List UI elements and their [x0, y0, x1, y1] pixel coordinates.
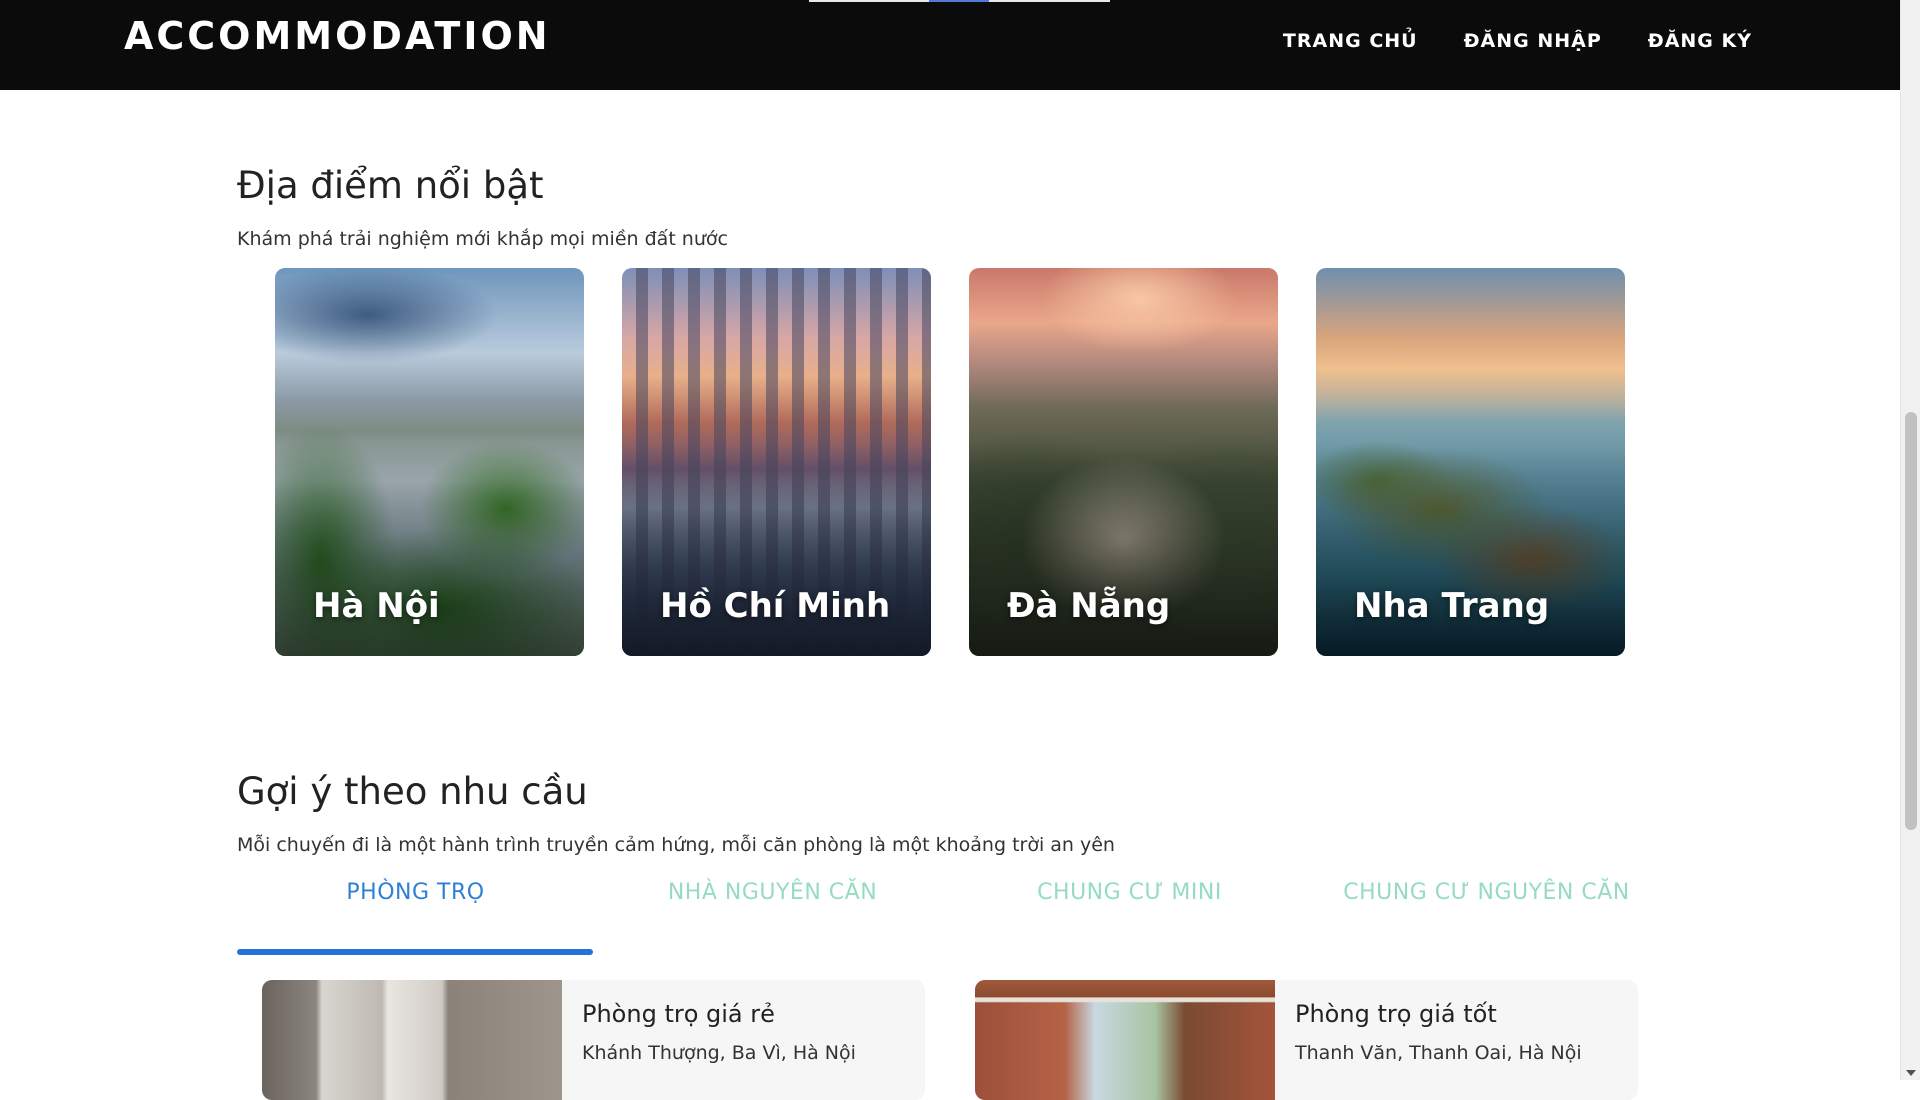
destination-name: Hà Nội [313, 586, 440, 626]
listing-title: Phòng trọ giá rẻ [582, 1000, 775, 1028]
suggestions-title: Gợi ý theo nhu cầu [237, 770, 588, 813]
active-tab-indicator [237, 949, 593, 955]
page-scrollbar[interactable] [1900, 0, 1920, 1080]
tab-label: CHUNG CƯ MINI [1037, 880, 1222, 905]
brand-logo[interactable]: ACCOMMODATION [124, 14, 551, 58]
main-nav: TRANG CHỦ ĐĂNG NHẬP ĐĂNG KÝ [1283, 30, 1752, 52]
destination-name: Đà Nẵng [1007, 586, 1171, 626]
listing-card[interactable]: Phòng trọ giá tốt Thanh Văn, Thanh Oai, … [975, 980, 1638, 1100]
scrollbar-thumb[interactable] [1905, 412, 1917, 830]
listing-address: Thanh Văn, Thanh Oai, Hà Nội [1295, 1042, 1582, 1064]
suggestions-subtitle: Mỗi chuyến đi là một hành trình truyền c… [237, 834, 1115, 856]
destination-card-hanoi[interactable]: Hà Nội [275, 268, 584, 656]
tab-label: PHÒNG TRỌ [346, 880, 485, 905]
top-navbar: ACCOMMODATION TRANG CHỦ ĐĂNG NHẬP ĐĂNG K… [0, 0, 1900, 90]
tab-chung-cu-mini[interactable]: CHUNG CƯ MINI [951, 880, 1308, 955]
destination-card-hochiminh[interactable]: Hồ Chí Minh [622, 268, 931, 656]
destination-name: Hồ Chí Minh [660, 586, 891, 626]
tab-label: CHUNG CƯ NGUYÊN CĂN [1343, 880, 1630, 905]
destination-cards: Hà Nội Hồ Chí Minh Đà Nẵng Nha Trang [275, 268, 1625, 656]
destination-card-danang[interactable]: Đà Nẵng [969, 268, 1278, 656]
tab-chung-cu-nguyen-can[interactable]: CHUNG CƯ NGUYÊN CĂN [1308, 880, 1665, 955]
listing-title: Phòng trọ giá tốt [1295, 1000, 1497, 1028]
destination-name: Nha Trang [1354, 586, 1550, 626]
destination-card-nhatrang[interactable]: Nha Trang [1316, 268, 1625, 656]
nav-login-link[interactable]: ĐĂNG NHẬP [1464, 30, 1602, 52]
listing-photo [975, 980, 1275, 1100]
listing-photo [262, 980, 562, 1100]
listing-address: Khánh Thượng, Ba Vì, Hà Nội [582, 1042, 856, 1064]
featured-subtitle: Khám phá trải nghiệm mới khắp mọi miền đ… [237, 228, 728, 250]
top-accent-line [809, 0, 1110, 2]
category-tabs: PHÒNG TRỌ NHÀ NGUYÊN CĂN CHUNG CƯ MINI C… [237, 880, 1667, 955]
listing-card[interactable]: Phòng trọ giá rẻ Khánh Thượng, Ba Vì, Hà… [262, 980, 925, 1100]
nav-home-link[interactable]: TRANG CHỦ [1283, 30, 1418, 52]
tab-nha-nguyen-can[interactable]: NHÀ NGUYÊN CĂN [594, 880, 951, 955]
nav-register-link[interactable]: ĐĂNG KÝ [1648, 30, 1752, 52]
featured-title: Địa điểm nổi bật [237, 164, 544, 207]
scroll-down-arrow-icon[interactable] [1906, 1070, 1916, 1076]
tab-phong-tro[interactable]: PHÒNG TRỌ [237, 880, 594, 955]
tab-label: NHÀ NGUYÊN CĂN [667, 880, 878, 905]
